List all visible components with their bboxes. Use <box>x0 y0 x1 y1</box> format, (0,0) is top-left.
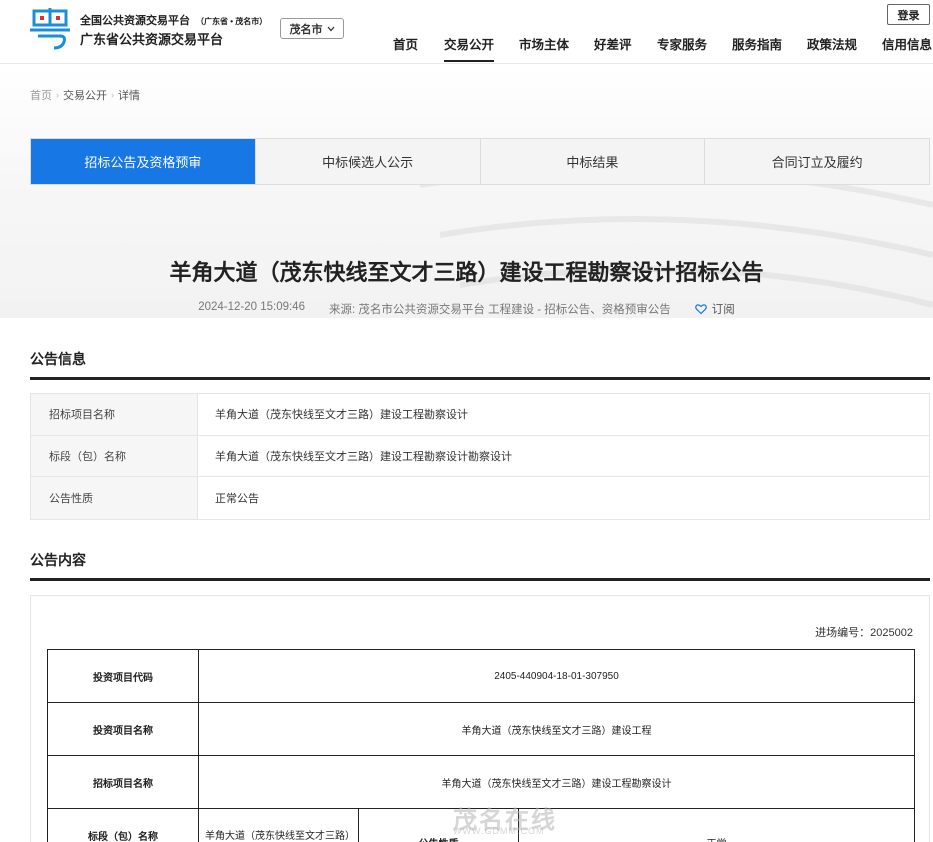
chevron-down-icon <box>327 26 334 31</box>
bid-number: 进场编号：2025002 <box>815 627 913 639</box>
info-value: 羊角大道（茂东快线至文才三路）建设工程勘察设计勘察设计 <box>215 450 512 463</box>
notice-info-table: 招标项目名称 羊角大道（茂东快线至文才三路）建设工程勘察设计 标段（包）名称 羊… <box>30 393 930 520</box>
doc-key: 标段（包）名称 <box>47 808 199 842</box>
tab-award-result[interactable]: 中标结果 <box>481 139 706 184</box>
nav-item-home[interactable]: 首页 <box>393 34 418 62</box>
breadcrumb-current: 详情 <box>118 90 140 102</box>
info-key: 标段（包）名称 <box>31 435 198 476</box>
nav-item-policy[interactable]: 政策法规 <box>807 34 857 62</box>
article-datetime: 2024-12-20 15:09:46 <box>198 301 305 313</box>
article-source: 来源: 茂名市公共资源交易平台 工程建设 - 招标公告、资格预审公告 <box>328 304 671 316</box>
info-key: 招标项目名称 <box>31 394 198 435</box>
article-title: 羊角大道（茂东快线至文才三路）建设工程勘察设计招标公告 <box>169 260 764 285</box>
subscribe-label: 订阅 <box>711 304 735 316</box>
doc-value: 正常 <box>518 808 915 842</box>
nav-item-market[interactable]: 市场主体 <box>519 34 569 62</box>
table-row: 投资项目代码 2405-440904-18-01-307950 <box>47 649 915 703</box>
brand-title-province: 广东省公共资源交易平台 <box>80 32 224 47</box>
stage-tabs: 招标公告及资格预审 中标候选人公示 中标结果 合同订立及履约 <box>30 138 930 185</box>
nav-item-trading[interactable]: 交易公开 <box>444 34 495 62</box>
notice-info-heading: 公告信息 <box>30 349 930 380</box>
yue-logo-icon[interactable] <box>30 8 70 50</box>
doc-value: 羊角大道（茂东快线至文才三路）建设工程 <box>198 702 915 756</box>
brand-title-national: 全国公共资源交易平台 （广东省 • 茂名市） <box>80 15 268 27</box>
notice-content-heading: 公告内容 <box>30 550 930 581</box>
article-meta: 2024-12-20 15:09:46 来源: 茂名市公共资源交易平台 工程建设… <box>0 301 933 317</box>
breadcrumb-home[interactable]: 首页 <box>30 87 52 103</box>
nav-item-expert[interactable]: 专家服务 <box>657 34 707 62</box>
info-value: 正常公告 <box>215 492 259 505</box>
nav-item-guide[interactable]: 服务指南 <box>732 34 782 62</box>
table-row: 招标项目名称 羊角大道（茂东快线至文才三路）建设工程勘察设计 <box>31 394 929 436</box>
breadcrumb-section[interactable]: 交易公开 <box>63 87 107 103</box>
hero-banner: 首页 › 交易公开 › 详情 招标公告及资格预审 中标候选人公示 中标结果 合同… <box>0 65 933 318</box>
info-key: 公告性质 <box>31 477 198 519</box>
login-button[interactable]: 登录 <box>887 4 930 25</box>
site-header: 全国公共资源交易平台 （广东省 • 茂名市） 广东省公共资源交易平台 茂名市 登录… <box>0 0 933 64</box>
doc-key: 招标项目名称 <box>47 755 199 809</box>
doc-key: 投资项目名称 <box>47 702 199 756</box>
info-value: 羊角大道（茂东快线至文才三路）建设工程勘察设计 <box>215 409 468 422</box>
city-select[interactable]: 茂名市 <box>280 18 344 39</box>
breadcrumb: 首页 › 交易公开 › 详情 <box>30 87 140 103</box>
nav-item-rating[interactable]: 好差评 <box>594 34 632 62</box>
city-select-label: 茂名市 <box>289 23 323 36</box>
nav-item-credit[interactable]: 信用信息 <box>882 34 932 62</box>
table-row: 公告性质 正常公告 <box>31 477 929 519</box>
table-row: 标段（包）名称 羊角大道（茂东快线至文才三路）建设工程勘察设计勘察设计 <box>31 435 929 477</box>
chevron-right-icon: › <box>111 90 114 100</box>
heart-icon <box>694 304 707 315</box>
doc-value: 羊角大道（茂东快线至文才三路） <box>198 808 359 842</box>
chevron-right-icon: › <box>56 90 59 100</box>
site-watermark: 茂名在线 WWW.GDMM.COM <box>453 807 557 836</box>
doc-key: 投资项目代码 <box>47 649 199 703</box>
table-row: 投资项目名称 羊角大道（茂东快线至文才三路）建设工程 <box>47 702 915 756</box>
tab-tender-notice[interactable]: 招标公告及资格预审 <box>31 139 256 184</box>
subscribe-button[interactable]: 订阅 <box>694 301 735 317</box>
tab-contract-performance[interactable]: 合同订立及履约 <box>705 139 929 184</box>
doc-value: 2405-440904-18-01-307950 <box>198 649 915 703</box>
main-nav: 首页 交易公开 市场主体 好差评 专家服务 服务指南 政策法规 信用信息 <box>380 34 933 62</box>
tab-candidate-publicity[interactable]: 中标候选人公示 <box>256 139 481 184</box>
